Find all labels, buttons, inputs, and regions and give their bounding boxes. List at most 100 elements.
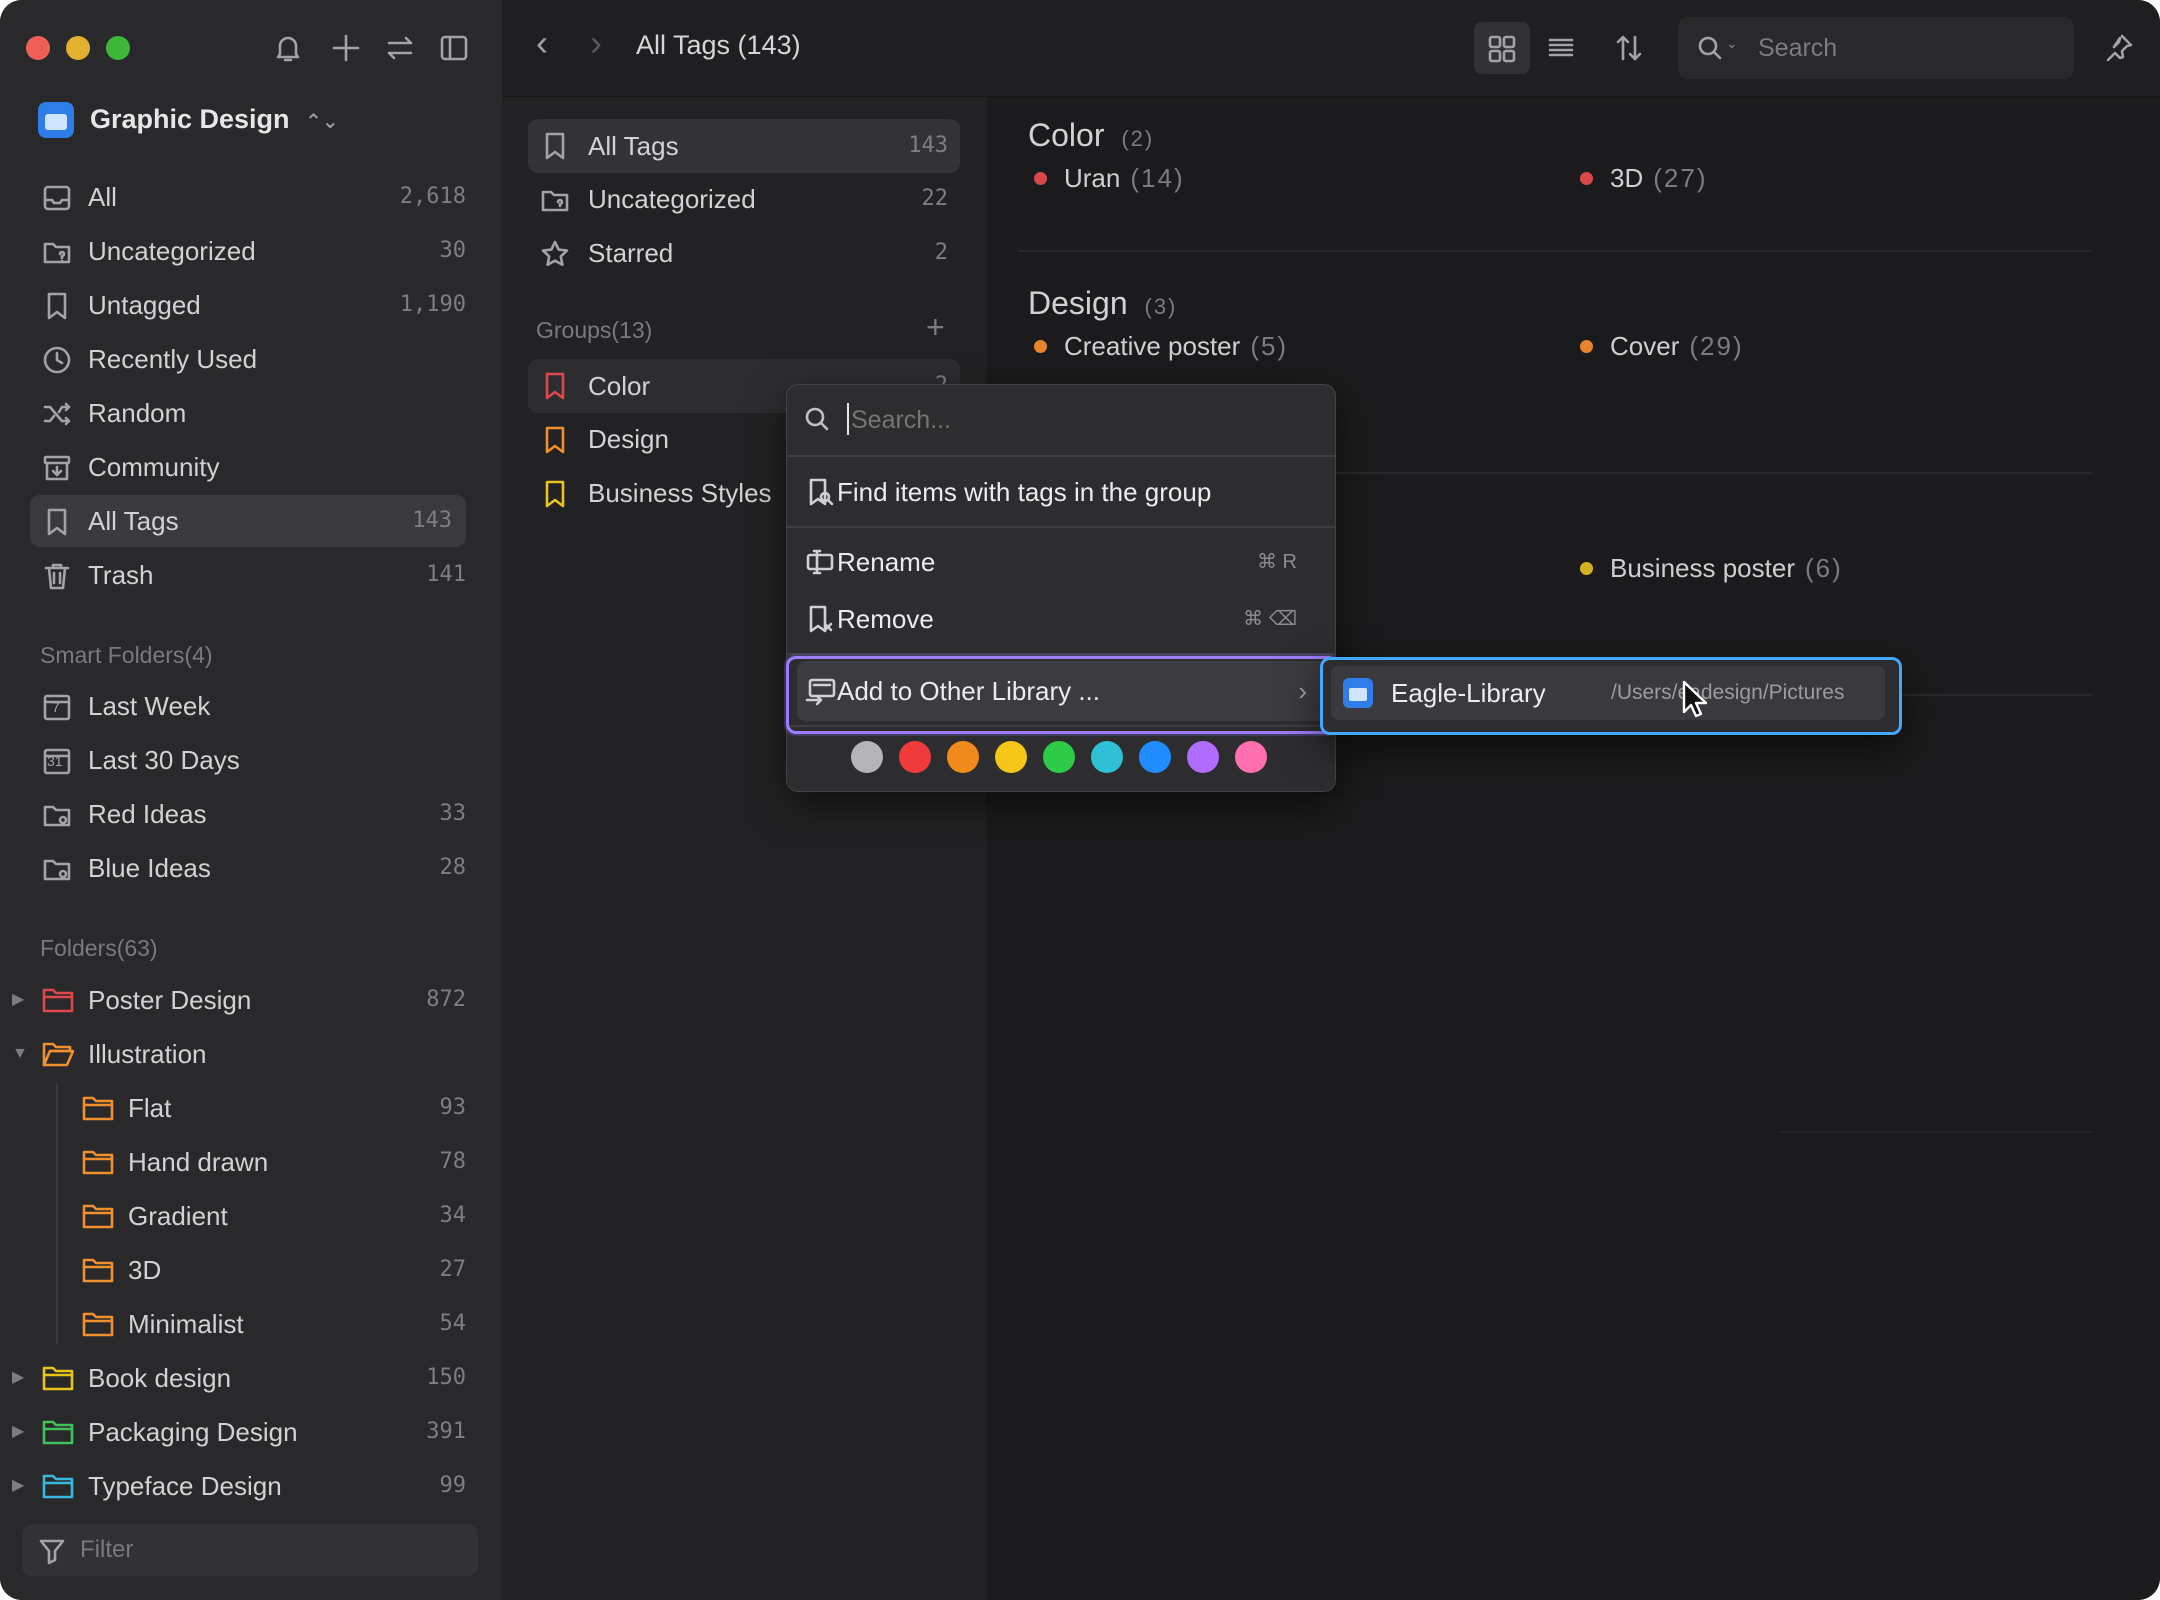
tag-name: Uran <box>1064 163 1121 193</box>
swap-icon[interactable] <box>384 32 416 64</box>
sidebar-item-label: Red Ideas <box>88 799 207 829</box>
color-swatch-green[interactable] <box>1043 741 1075 773</box>
disclosure-right-icon[interactable]: ▶ <box>12 1406 24 1458</box>
search-field[interactable]: ⌄ Search <box>1678 17 2074 79</box>
sidebar-item-count: 34 <box>439 1203 467 1228</box>
sidebar-item-random[interactable]: Random <box>30 387 466 439</box>
tag-creative-poster[interactable]: Creative poster (5) <box>1034 319 1414 373</box>
tag-color-dot <box>1034 340 1047 353</box>
folder-gradient[interactable]: Gradient 34 <box>70 1190 466 1242</box>
sidebar-item-last-30-days[interactable]: 31 Last 30 Days <box>30 734 466 786</box>
sidebar-item-label: Uncategorized <box>88 236 256 266</box>
plus-icon[interactable] <box>330 32 362 64</box>
tag-item-uncategorized[interactable]: Uncategorized 22 <box>528 173 960 225</box>
tag-item-count: 22 <box>921 186 949 211</box>
folder-question-icon <box>43 242 71 264</box>
sidebar-item-all[interactable]: All 2,618 <box>30 171 466 223</box>
folder-hand-drawn[interactable]: Hand drawn 78 <box>70 1136 466 1188</box>
folder-poster-design[interactable]: ▶ Poster Design 872 <box>12 974 466 1026</box>
add-group-icon[interactable]: + <box>926 309 945 346</box>
bell-icon[interactable] <box>272 32 304 64</box>
sidebar-item-count: 99 <box>439 1473 467 1498</box>
sidebar-item-community[interactable]: Community <box>30 441 466 493</box>
filter-field[interactable]: Filter <box>22 1524 478 1576</box>
menu-item-find-items[interactable]: Find items with tags in the group <box>797 465 1325 519</box>
color-swatch-orange[interactable] <box>947 741 979 773</box>
folder-icon <box>42 1366 74 1391</box>
submenu-item-eagle-library[interactable]: Eagle-Library /Users/eadesign/Pictures <box>1331 666 1885 720</box>
tag-cover[interactable]: Cover (29) <box>1580 319 1960 373</box>
sidebar-item-last-week[interactable]: 7 Last Week <box>30 680 466 732</box>
smart-folders-heading: Smart Folders(4) <box>40 642 213 668</box>
disclosure-right-icon[interactable]: ▶ <box>12 1352 24 1404</box>
disclosure-right-icon[interactable]: ▶ <box>12 1460 24 1512</box>
folder-3d[interactable]: 3D 27 <box>70 1244 466 1296</box>
sidebar-item-all-tags[interactable]: All Tags 143 <box>30 495 466 547</box>
tag-color-dot <box>1034 172 1047 185</box>
sidebar-toggle-icon[interactable] <box>438 32 470 64</box>
sidebar-item-untagged[interactable]: Untagged 1,190 <box>30 279 466 331</box>
tag-item-starred[interactable]: Starred 2 <box>528 227 960 279</box>
close-window-button[interactable] <box>26 36 50 60</box>
sidebar-item-label: Typeface Design <box>88 1471 282 1501</box>
folder-book-design[interactable]: ▶ Book design 150 <box>12 1352 466 1404</box>
menu-item-remove[interactable]: Remove ⌘ ⌫ <box>797 592 1325 646</box>
sidebar-item-trash[interactable]: Trash 141 <box>30 549 466 601</box>
color-swatch-red[interactable] <box>899 741 931 773</box>
context-search-input[interactable] <box>849 397 1313 443</box>
folder-illustration[interactable]: ▼ Illustration <box>12 1028 466 1080</box>
folder-flat[interactable]: Flat 93 <box>70 1082 466 1134</box>
folder-icon <box>42 988 74 1013</box>
sort-icon[interactable] <box>1614 33 1644 63</box>
menu-item-rename[interactable]: Rename ⌘ R <box>797 535 1325 589</box>
color-swatch-cyan[interactable] <box>1091 741 1123 773</box>
tag-business-poster[interactable]: Business poster (6) <box>1580 541 1980 595</box>
folder-open-icon <box>42 1042 74 1067</box>
tag-3d[interactable]: 3D (27) <box>1580 151 1960 205</box>
sidebar-item-count: 391 <box>426 1419 466 1444</box>
minimize-window-button[interactable] <box>66 36 90 60</box>
folder-icon <box>82 1204 114 1229</box>
list-view-icon[interactable] <box>1546 33 1576 63</box>
sidebar-item-label: All Tags <box>88 506 179 536</box>
pin-icon[interactable] <box>2104 33 2134 63</box>
menu-item-label: Find items with tags in the group <box>837 477 1212 507</box>
back-icon[interactable]: ‹ <box>536 22 548 64</box>
grid-view-button[interactable] <box>1474 22 1530 74</box>
forward-icon[interactable]: › <box>590 22 602 64</box>
library-switcher[interactable]: Graphic Design ⌃⌄ <box>90 104 339 135</box>
disclosure-right-icon[interactable]: ▶ <box>12 974 24 1026</box>
sidebar-item-count: 143 <box>412 508 452 533</box>
color-swatch-blue[interactable] <box>1139 741 1171 773</box>
section-title-color: Color (2) <box>1028 117 1154 154</box>
sidebar-item-recently-used[interactable]: Recently Used <box>30 333 466 385</box>
sidebar-item-red-ideas[interactable]: Red Ideas 33 <box>30 788 466 840</box>
sidebar-item-label: Last Week <box>88 691 211 721</box>
tag-item-count: 143 <box>908 133 948 158</box>
color-swatch-purple[interactable] <box>1187 741 1219 773</box>
sidebar-item-label: Illustration <box>88 1039 207 1069</box>
section-title-design: Design (3) <box>1028 285 1177 322</box>
tag-item-all-tags[interactable]: All Tags 143 <box>528 119 960 173</box>
rename-icon <box>806 549 834 575</box>
section-count: (2) <box>1121 126 1155 151</box>
tag-search-icon <box>809 478 834 506</box>
color-swatch-pink[interactable] <box>1235 741 1267 773</box>
sidebar-item-count: 93 <box>439 1095 467 1120</box>
sidebar-item-blue-ideas[interactable]: Blue Ideas 28 <box>30 842 466 894</box>
sidebar-item-count: 2,618 <box>399 184 466 209</box>
tag-count: (27) <box>1653 163 1708 193</box>
folder-minimalist[interactable]: Minimalist 54 <box>70 1298 466 1350</box>
folder-typeface-design[interactable]: ▶ Typeface Design 99 <box>12 1460 467 1512</box>
group-item-label: Color <box>588 371 651 401</box>
tag-item-label: Starred <box>588 238 674 268</box>
color-swatch-gray[interactable] <box>851 741 883 773</box>
folder-packaging-design[interactable]: ▶ Packaging Design 391 <box>12 1406 466 1458</box>
zoom-window-button[interactable] <box>106 36 130 60</box>
disclosure-down-icon[interactable]: ▼ <box>12 1028 28 1080</box>
sidebar-item-count: 54 <box>439 1311 467 1336</box>
tag-uran[interactable]: Uran (14) <box>1034 151 1414 205</box>
chevron-down-icon[interactable]: ⌄ <box>1726 35 1738 52</box>
color-swatch-yellow[interactable] <box>995 741 1027 773</box>
sidebar-item-uncategorized[interactable]: Uncategorized 30 <box>30 225 466 277</box>
